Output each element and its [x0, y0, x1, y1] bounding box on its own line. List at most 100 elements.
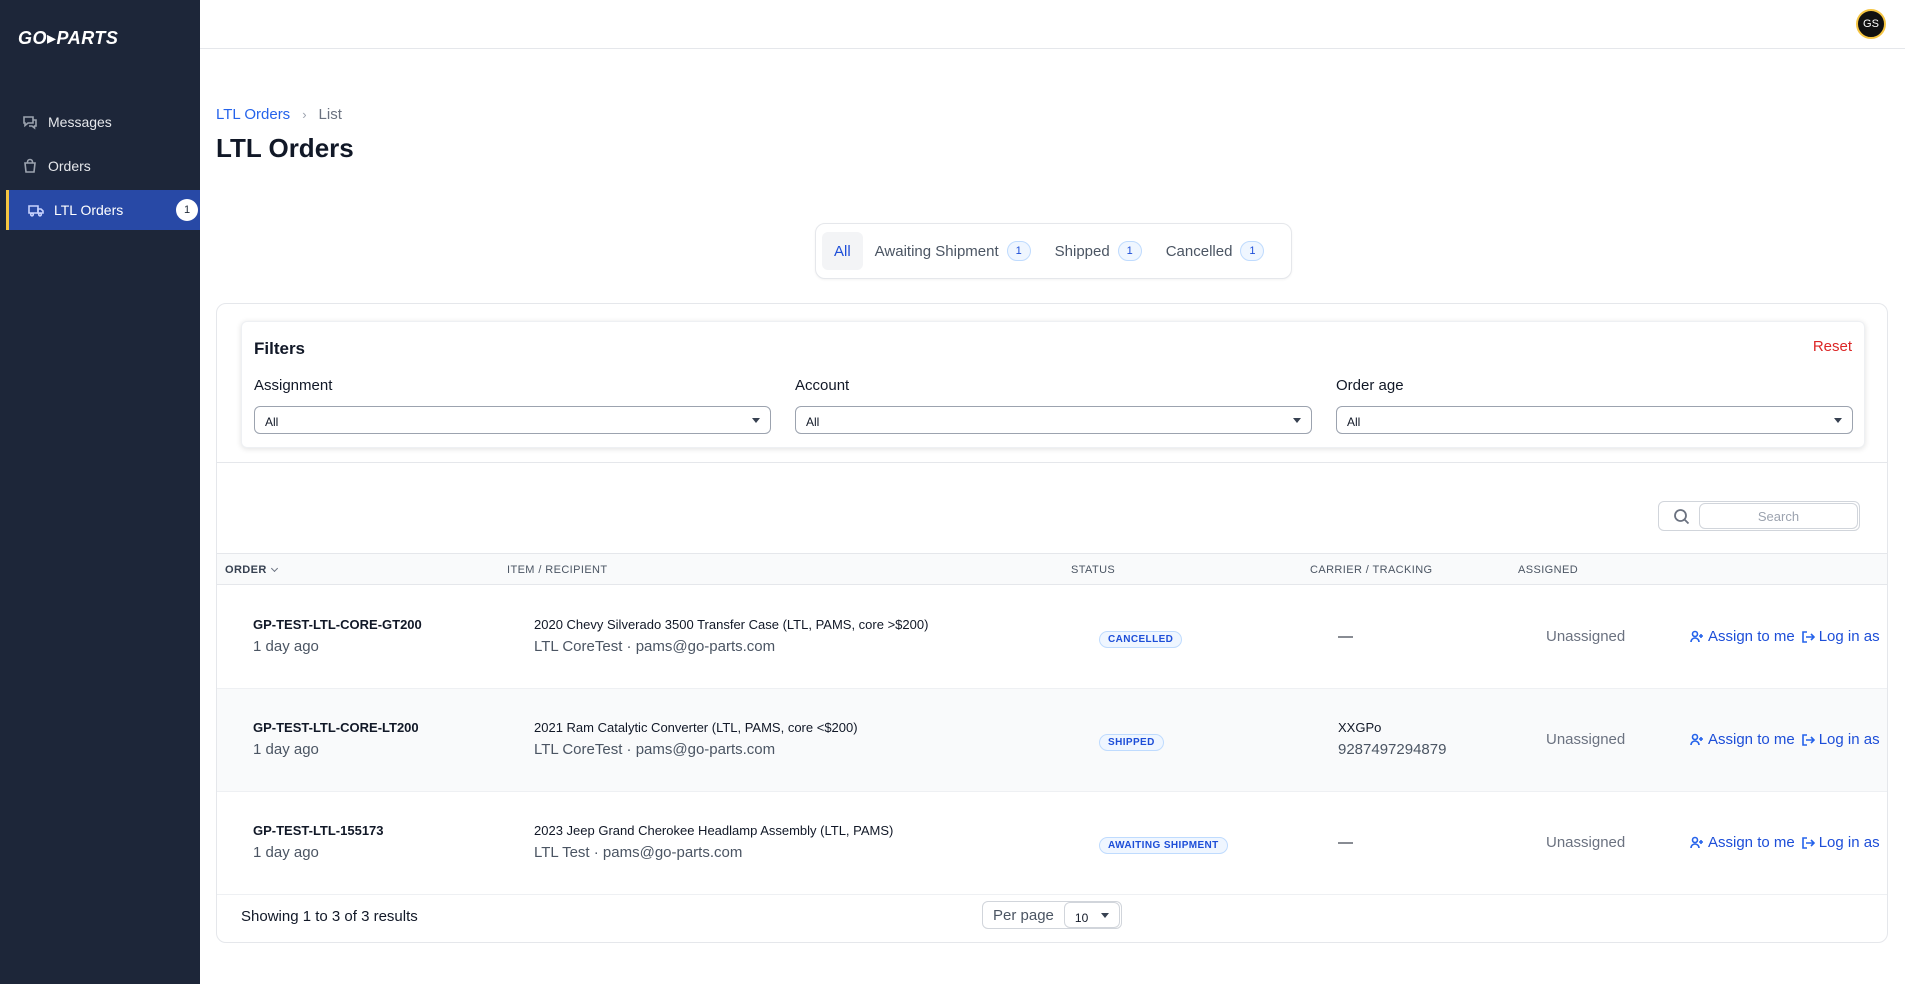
status-cell: CANCELLED — [1099, 629, 1183, 648]
action-label: Log in as — [1818, 628, 1880, 645]
column-header-label: Order — [225, 564, 267, 576]
chat-icon — [22, 114, 38, 130]
tab-count-badge: 1 — [1006, 241, 1031, 261]
column-header-carrier-tracking: Carrier / Tracking — [1310, 564, 1433, 576]
row-actions: Assign to me Log in as — [1690, 834, 1880, 851]
carrier-empty: — — [1338, 628, 1353, 645]
row-actions: Assign to me Log in as — [1690, 731, 1880, 748]
tab-label: Shipped — [1054, 242, 1110, 260]
status-badge: CANCELLED — [1099, 631, 1183, 648]
sidebar-item-messages[interactable]: Messages — [0, 102, 200, 142]
breadcrumb-link-ltl-orders[interactable]: LTL Orders — [216, 106, 290, 123]
status-tabs: All Awaiting Shipment 1 Shipped 1 Cancel… — [815, 223, 1292, 279]
order-cell: GP-TEST-LTL-155173 1 day ago — [253, 823, 384, 861]
assign-to-me-button[interactable]: Assign to me — [1690, 834, 1795, 851]
assigned-cell: Unassigned — [1546, 628, 1625, 645]
status-badge: SHIPPED — [1099, 734, 1164, 751]
orders-table-card: Filters Reset Assignment All Account All… — [216, 303, 1888, 943]
search-input[interactable] — [1699, 503, 1858, 529]
tab-shipped[interactable]: Shipped 1 — [1043, 232, 1154, 270]
row-actions: Assign to me Log in as — [1690, 628, 1880, 645]
goparts-logo[interactable]: GO▸PARTS — [18, 28, 118, 49]
chevron-down-icon — [270, 564, 278, 573]
sidebar-item-label: Messages — [48, 114, 112, 130]
page-title: LTL Orders — [216, 133, 354, 163]
assign-to-me-button[interactable]: Assign to me — [1690, 731, 1795, 748]
item-cell: 2021 Ram Catalytic Converter (LTL, PAMS,… — [534, 720, 858, 758]
sidebar-item-ltl-orders[interactable]: LTL Orders 1 — [6, 190, 200, 230]
assigned-value: Unassigned — [1546, 628, 1626, 645]
tab-label: Cancelled — [1165, 242, 1233, 260]
per-page-label: Per page — [993, 906, 1054, 924]
select-value: All — [806, 415, 820, 429]
filters-title: Filters — [254, 339, 306, 358]
user-avatar[interactable]: GS — [1856, 9, 1886, 39]
table-row: GP-TEST-LTL-CORE-LT200 1 day ago 2021 Ra… — [217, 689, 1887, 792]
order-cell: GP-TEST-LTL-CORE-LT200 1 day ago — [253, 720, 419, 758]
caret-down-icon — [1100, 913, 1109, 918]
tab-awaiting-shipment[interactable]: Awaiting Shipment 1 — [863, 232, 1043, 270]
carrier-name: XXGPo — [1338, 720, 1382, 735]
log-in-as-button[interactable]: Log in as — [1801, 834, 1880, 851]
sidebar-item-label: LTL Orders — [54, 202, 124, 218]
status-badge: AWAITING SHIPMENT — [1099, 837, 1228, 854]
tab-count-badge: 1 — [1240, 241, 1265, 261]
login-icon — [1801, 733, 1815, 746]
shopping-bag-icon — [22, 158, 38, 174]
log-in-as-button[interactable]: Log in as — [1801, 628, 1880, 645]
carrier-empty: — — [1338, 834, 1353, 851]
column-header-item-recipient: Item / Recipient — [507, 564, 608, 576]
user-plus-icon — [1690, 836, 1703, 848]
login-icon — [1801, 630, 1815, 643]
order-id[interactable]: GP-TEST-LTL-CORE-LT200 — [253, 720, 419, 735]
assigned-cell: Unassigned — [1546, 834, 1625, 851]
order-id[interactable]: GP-TEST-LTL-155173 — [253, 823, 384, 838]
sidebar-item-badge: 1 — [176, 199, 198, 221]
assignment-select[interactable]: All — [254, 406, 771, 434]
filter-assignment: Assignment All — [254, 377, 771, 434]
filter-label: Account — [795, 377, 850, 394]
order-age: 1 day ago — [253, 844, 319, 861]
item-cell: 2023 Jeep Grand Cherokee Headlamp Assemb… — [534, 823, 893, 861]
account-select[interactable]: All — [795, 406, 1312, 434]
pagination-summary: Showing 1 to 3 of 3 results — [241, 908, 418, 925]
sidebar-item-orders[interactable]: Orders — [0, 146, 200, 186]
action-label: Log in as — [1818, 731, 1880, 748]
assign-to-me-button[interactable]: Assign to me — [1690, 628, 1795, 645]
order-id[interactable]: GP-TEST-LTL-CORE-GT200 — [253, 617, 422, 632]
caret-down-icon — [752, 418, 760, 423]
select-value: All — [1347, 415, 1361, 429]
column-header-order[interactable]: Order — [225, 564, 278, 576]
order-age-select[interactable]: All — [1336, 406, 1853, 434]
carrier-cell: — — [1338, 834, 1353, 851]
recipient: LTL CoreTest · pams@go-parts.com — [534, 741, 776, 758]
recipient: LTL Test · pams@go-parts.com — [534, 844, 743, 861]
table-header: Order Item / Recipient Status Carrier / … — [217, 553, 1887, 585]
order-cell: GP-TEST-LTL-CORE-GT200 1 day ago — [253, 617, 422, 655]
assigned-value: Unassigned — [1546, 731, 1626, 748]
table-row: GP-TEST-LTL-CORE-GT200 1 day ago 2020 Ch… — [217, 586, 1887, 689]
breadcrumb-current: List — [318, 106, 342, 123]
order-age: 1 day ago — [253, 741, 319, 758]
tab-all[interactable]: All — [822, 232, 863, 270]
recipient: LTL CoreTest · pams@go-parts.com — [534, 638, 776, 655]
breadcrumb: LTL Orders › List — [216, 106, 342, 123]
filter-label: Order age — [1336, 377, 1404, 394]
tab-cancelled[interactable]: Cancelled 1 — [1154, 232, 1277, 270]
item-title: 2020 Chevy Silverado 3500 Transfer Case … — [534, 617, 929, 632]
caret-down-icon — [1834, 418, 1842, 423]
tracking-number[interactable]: 9287497294879 — [1338, 741, 1446, 758]
filter-order-age: Order age All — [1336, 377, 1853, 434]
assigned-value: Unassigned — [1546, 834, 1626, 851]
sidebar-nav: Messages Orders LTL Orders 1 — [0, 102, 200, 234]
chevron-right-icon: › — [302, 107, 307, 122]
assigned-cell: Unassigned — [1546, 731, 1625, 748]
tab-count-badge: 1 — [1117, 241, 1142, 261]
per-page-select[interactable]: 10 — [1063, 902, 1120, 928]
user-plus-icon — [1690, 733, 1703, 745]
user-plus-icon — [1690, 630, 1703, 642]
reset-filters-button[interactable]: Reset — [1813, 338, 1852, 355]
log-in-as-button[interactable]: Log in as — [1801, 731, 1880, 748]
divider — [217, 462, 1887, 463]
select-value: All — [265, 415, 279, 429]
